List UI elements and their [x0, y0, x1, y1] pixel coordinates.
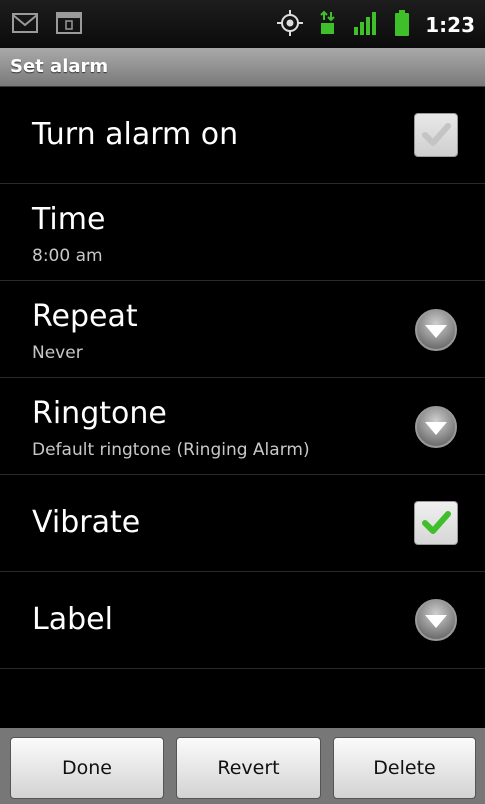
revert-button[interactable]: Revert: [176, 737, 321, 799]
time-row[interactable]: Time 8:00 am: [0, 184, 485, 281]
page-title: Set alarm: [10, 56, 109, 77]
done-button[interactable]: Done: [10, 737, 164, 799]
battery-icon: [395, 10, 410, 40]
notification-icon: [56, 12, 82, 38]
alarm-on-label: Turn alarm on: [32, 117, 239, 152]
title-bar: Set alarm: [0, 48, 485, 87]
vibrate-label: Vibrate: [32, 505, 141, 540]
ringtone-dropdown-icon[interactable]: [414, 405, 458, 449]
repeat-dropdown-icon[interactable]: [414, 308, 458, 352]
3g-data-icon: [319, 10, 337, 40]
repeat-label: Repeat: [32, 299, 138, 334]
status-time: 1:23: [425, 13, 475, 37]
alarm-on-row[interactable]: Turn alarm on: [0, 87, 485, 184]
vibrate-row[interactable]: Vibrate: [0, 475, 485, 572]
time-label: Time: [32, 202, 106, 237]
check-icon-disabled: [422, 123, 451, 146]
label-row[interactable]: Label: [0, 572, 485, 669]
gmail-icon: [12, 12, 38, 38]
status-bar: 1:23: [0, 0, 485, 48]
signal-icon: [353, 11, 379, 39]
alarm-on-checkbox[interactable]: [414, 113, 458, 157]
delete-button[interactable]: Delete: [333, 737, 476, 799]
ringtone-value: Default ringtone (Ringing Alarm): [32, 440, 310, 460]
check-icon: [422, 511, 451, 534]
repeat-value: Never: [32, 343, 83, 363]
label-dropdown-icon[interactable]: [414, 598, 458, 642]
gps-icon: [277, 10, 304, 40]
repeat-row[interactable]: Repeat Never: [0, 281, 485, 378]
vibrate-checkbox[interactable]: [414, 501, 458, 545]
button-bar: Done Revert Delete: [0, 728, 485, 804]
ringtone-row[interactable]: Ringtone Default ringtone (Ringing Alarm…: [0, 378, 485, 475]
ringtone-label: Ringtone: [32, 396, 167, 431]
label-label: Label: [32, 602, 113, 637]
time-value: 8:00 am: [32, 246, 103, 266]
